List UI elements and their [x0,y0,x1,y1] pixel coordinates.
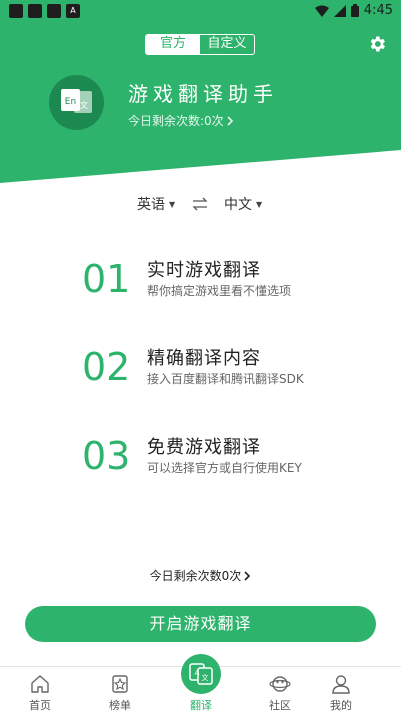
profile-icon [332,675,350,694]
tab-label: 首页 [29,699,51,712]
svg-text:A: A [195,669,200,677]
feature-subtitle: 帮你搞定游戏里看不懂选项 [147,284,292,298]
notification-icon [9,4,23,18]
tab-official[interactable]: 官方 [146,35,200,54]
language-selector: 英语 ▼ 中文 ▼ [0,194,401,216]
feature-title: 精确翻译内容 [147,348,261,369]
wifi-icon [314,5,329,17]
swap-languages-icon[interactable] [192,197,208,211]
start-translation-button[interactable]: 开启游戏翻译 [25,606,376,642]
feature-number: 01 [82,257,131,301]
tab-label: 榜单 [109,699,131,712]
target-language-label: 中文 [224,197,252,213]
feature-item: 01 实时游戏翻译 帮你搞定游戏里看不懂选项 [82,254,382,306]
source-language-dropdown[interactable]: 英语 ▼ [137,194,175,214]
tab-label: 社区 [269,699,291,712]
home-icon [31,675,49,693]
feature-subtitle: 可以选择官方或自行使用KEY [147,461,302,475]
status-time: 4:45 [363,3,393,18]
feature-title: 实时游戏翻译 [147,260,261,281]
tab-ranking[interactable]: 榜单 [90,667,150,713]
signal-icon [333,4,346,17]
status-bar: A 4:45 [0,0,401,24]
notification-icon [47,4,61,18]
tab-community[interactable]: 社区 [250,667,310,713]
tab-home[interactable]: 首页 [10,667,70,713]
app-title: 游戏翻译助手 [128,82,278,106]
remaining-count-link[interactable]: 今日剩余次数:0次 [128,112,234,129]
remaining-count-bottom-link[interactable]: 今日剩余次数0次 [0,567,401,584]
feature-number: 03 [82,434,131,478]
settings-gear-icon[interactable] [367,34,387,54]
notification-a-icon: A [66,4,80,18]
app-logo: En 文 [49,75,104,130]
tab-custom[interactable]: 自定义 [200,35,254,54]
translate-logo-icon: En 文 [61,89,92,113]
tab-label: 我的 [330,699,352,712]
feature-subtitle: 接入百度翻译和腾讯翻译SDK [147,372,304,386]
svg-text:文: 文 [202,673,209,682]
mode-toggle: 官方 自定义 [145,34,255,55]
feature-title: 免费游戏翻译 [147,437,261,458]
feature-item: 02 精确翻译内容 接入百度翻译和腾讯翻译SDK [82,342,382,394]
feature-item: 03 免费游戏翻译 可以选择官方或自行使用KEY [82,431,382,483]
feature-number: 02 [82,345,131,389]
community-icon [269,676,291,692]
chevron-right-icon [244,570,251,581]
remaining-count-text: 今日剩余次数:0次 [128,114,224,128]
source-language-label: 英语 [137,197,165,213]
tab-profile[interactable]: 我的 [311,667,371,713]
chevron-right-icon [227,115,233,126]
svg-text:En: En [65,97,76,107]
battery-icon [350,4,359,17]
notification-icon [28,4,42,18]
svg-text:文: 文 [80,100,88,110]
target-language-dropdown[interactable]: 中文 ▼ [224,194,262,214]
translate-tab-button[interactable]: A 文 [181,654,221,694]
caret-down-icon: ▼ [256,199,263,209]
translate-icon: A 文 [189,663,213,685]
ranking-icon [112,675,128,693]
remaining-count-bottom-text: 今日剩余次数0次 [149,569,242,583]
tab-label: 翻译 [190,699,212,712]
caret-down-icon: ▼ [169,199,176,209]
